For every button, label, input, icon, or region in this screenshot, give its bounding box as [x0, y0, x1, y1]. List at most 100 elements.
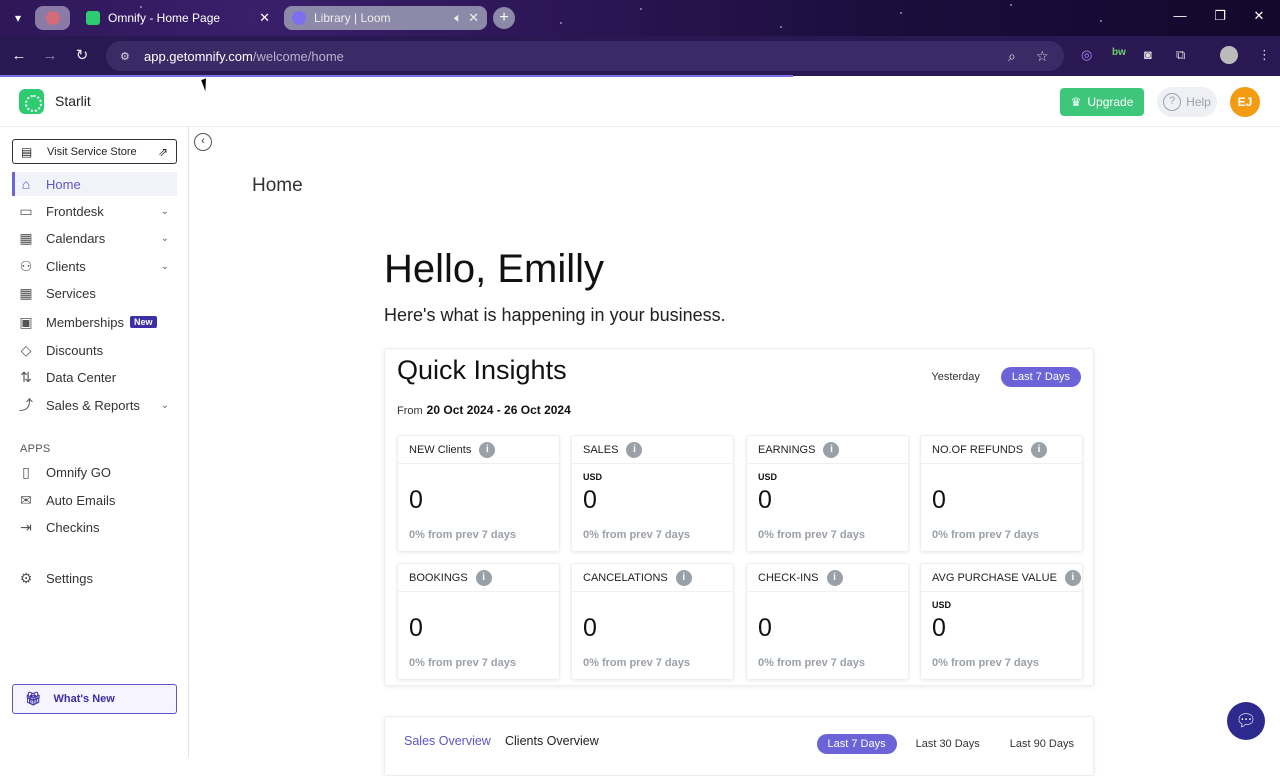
upgrade-button[interactable]: ♛ Upgrade	[1060, 88, 1144, 116]
card-value: 0	[583, 614, 597, 642]
close-tab-icon[interactable]: ✕	[259, 10, 270, 26]
card-delta: 0% from prev 7 days	[583, 657, 690, 669]
from-label: From	[397, 405, 423, 417]
help-button[interactable]: ? Help	[1157, 87, 1217, 117]
address-bar[interactable]: ⚙ app.getomnify.com/welcome/home ⌕ ☆	[106, 41, 1064, 71]
close-window-icon[interactable]: ✕	[1248, 8, 1270, 24]
extension-icon[interactable]: ◎	[1081, 47, 1092, 63]
card-currency: USD	[583, 472, 603, 482]
browser-menu-icon[interactable]: ⋮	[1258, 47, 1271, 63]
sidebar-item-calendars[interactable]: ▦ Calendars ⌄	[12, 226, 177, 250]
store-button-label: Visit Service Store	[47, 145, 137, 158]
card-value: 0	[583, 486, 597, 514]
chevron-down-icon: ⌄	[160, 260, 169, 272]
back-icon[interactable]: ←	[9, 46, 29, 66]
extension-bw-icon[interactable]: bw	[1112, 47, 1126, 58]
range-last-90-days-button[interactable]: Last 90 Days	[999, 734, 1085, 754]
camera-extension-icon[interactable]: ◙	[1144, 47, 1152, 62]
restore-icon[interactable]: ❐	[1209, 8, 1231, 24]
tab-pinned[interactable]	[35, 6, 70, 30]
login-icon: ⇥	[20, 518, 32, 535]
close-tab-icon[interactable]: ✕	[468, 10, 479, 26]
info-icon[interactable]: i	[826, 569, 843, 586]
new-tab-button[interactable]: +	[493, 7, 515, 29]
chat-support-button[interactable]: 💬︎	[1227, 702, 1265, 740]
tab-search-chevron-icon[interactable]: ▾	[8, 8, 28, 28]
range-last-30-days-button[interactable]: Last 30 Days	[905, 734, 991, 754]
sidebar-item-data-center[interactable]: ⇅ Data Center	[12, 365, 177, 389]
page-title: Home	[252, 175, 303, 196]
profile-avatar-icon[interactable]	[1220, 46, 1238, 64]
insight-card-cancelations: CANCELATIONS i 0 0% from prev 7 days	[571, 563, 734, 680]
tab-title: Omnify - Home Page	[108, 11, 221, 25]
sidebar-item-omnify-go[interactable]: ▯ Omnify GO	[12, 460, 177, 484]
sidebar-item-home[interactable]: ⌂ Home	[12, 172, 177, 196]
starlit-logo-icon[interactable]	[19, 89, 44, 114]
sidebar-item-clients[interactable]: ⚇ Clients ⌄	[12, 254, 177, 278]
collapse-sidebar-button[interactable]: ‹	[194, 133, 212, 151]
user-avatar[interactable]: EJ	[1230, 87, 1260, 117]
sidebar-item-label: Frontdesk	[46, 203, 104, 219]
info-icon[interactable]: i	[675, 569, 692, 586]
card-value: 0	[758, 614, 772, 642]
card-delta: 0% from prev 7 days	[409, 529, 516, 541]
zoom-icon[interactable]: ⌕	[1008, 48, 1016, 65]
mobile-icon: ▯	[22, 463, 30, 480]
tab-sales-overview[interactable]: Sales Overview	[404, 734, 491, 748]
grid-icon: ▦	[19, 284, 33, 301]
tab-clients-overview[interactable]: Clients Overview	[505, 734, 599, 748]
range-yesterday-button[interactable]: Yesterday	[920, 367, 991, 387]
tab-omnify-home[interactable]: Omnify - Home Page ✕	[78, 6, 278, 30]
insight-card-bookings: BOOKINGS i 0 0% from prev 7 days	[397, 563, 560, 680]
chevron-down-icon: ⌄	[160, 232, 169, 244]
apps-section-label: APPS	[20, 443, 51, 455]
gift-icon: 🎁︎	[25, 691, 42, 706]
card-title: NEW Clients	[409, 443, 472, 456]
overview-panel: Sales Overview Clients Overview Last 7 D…	[384, 716, 1094, 776]
puzzle-extensions-icon[interactable]: ⧉	[1176, 47, 1185, 63]
brand-name: Starlit	[55, 93, 91, 109]
sidebar-item-auto-emails[interactable]: ✉ Auto Emails	[12, 488, 177, 512]
card-value: 0	[932, 486, 946, 514]
sidebar-item-checkins[interactable]: ⇥ Checkins	[12, 515, 177, 539]
card-delta: 0% from prev 7 days	[932, 657, 1039, 669]
sidebar-item-label: Discounts	[46, 342, 104, 358]
help-label: Help	[1186, 95, 1211, 109]
sidebar-item-label: Home	[46, 176, 81, 192]
card-title: CANCELATIONS	[583, 571, 668, 584]
site-info-icon[interactable]: ⚙	[120, 50, 134, 63]
sidebar-item-discounts[interactable]: ◇ Discounts	[12, 338, 177, 362]
card-title: NO.OF REFUNDS	[932, 443, 1024, 456]
info-icon[interactable]: i	[823, 441, 840, 458]
omnify-favicon-icon	[86, 11, 100, 25]
sidebar-item-frontdesk[interactable]: ▭ Frontdesk ⌄	[12, 199, 177, 223]
whats-new-button[interactable]: 🎁︎ What's New	[12, 684, 177, 714]
speaker-icon[interactable]: 🔈︎	[454, 10, 462, 26]
range-last-7-days-button[interactable]: Last 7 Days	[816, 734, 897, 754]
sidebar-item-label: Memberships	[46, 314, 125, 330]
card-delta: 0% from prev 7 days	[409, 657, 516, 669]
info-icon[interactable]: i	[475, 569, 492, 586]
info-icon[interactable]: i	[1064, 569, 1081, 586]
mail-icon: ✉	[20, 491, 32, 508]
sidebar-item-settings[interactable]: ⚙ Settings	[12, 566, 177, 590]
url-path: /welcome/home	[252, 48, 344, 64]
card-currency: USD	[758, 472, 778, 482]
bookmark-star-icon[interactable]: ☆	[1036, 48, 1049, 65]
forward-icon[interactable]: →	[40, 46, 60, 66]
sidebar-item-sales-reports[interactable]: ⤴ Sales & Reports ⌄	[12, 393, 177, 417]
tab-loom-library[interactable]: Library | Loom 🔈︎ ✕	[284, 6, 487, 30]
pinned-favicon-icon	[45, 11, 60, 25]
sidebar-item-services[interactable]: ▦ Services	[12, 281, 177, 305]
range-last-7-days-button[interactable]: Last 7 Days	[1000, 367, 1081, 387]
info-icon[interactable]: i	[626, 441, 643, 458]
minimize-icon[interactable]: —	[1169, 8, 1191, 23]
reload-icon[interactable]: ↻	[72, 46, 92, 66]
info-icon[interactable]: i	[1031, 441, 1048, 458]
card-delta: 0% from prev 7 days	[758, 657, 865, 669]
info-icon[interactable]: i	[479, 441, 496, 458]
question-icon: ?	[1163, 93, 1182, 111]
visit-service-store-button[interactable]: ▤ Visit Service Store ⇗	[12, 139, 177, 164]
sidebar-item-memberships[interactable]: ▣ Memberships New	[12, 310, 177, 334]
new-badge: New	[130, 316, 157, 328]
